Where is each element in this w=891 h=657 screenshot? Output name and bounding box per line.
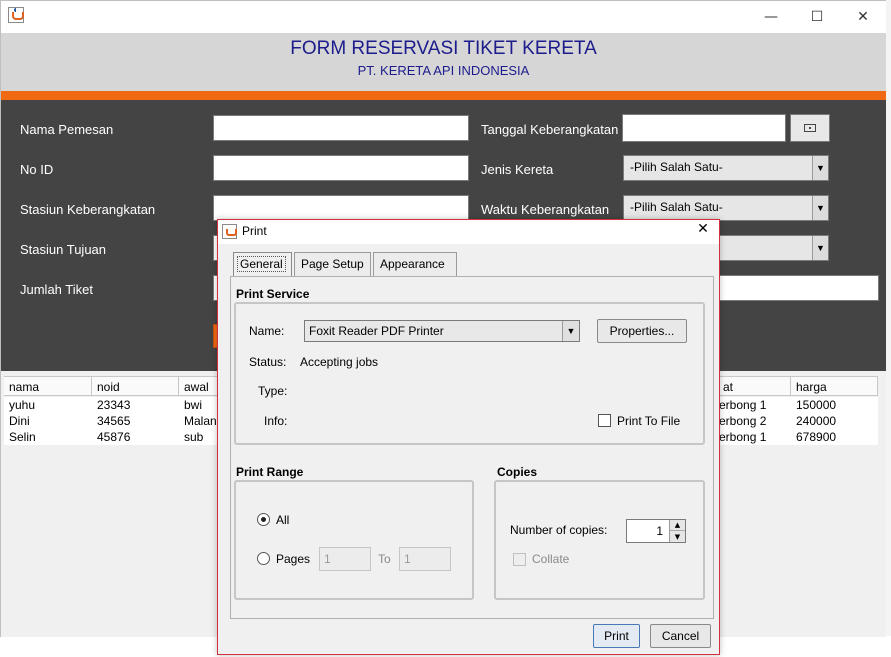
- java-icon: [8, 7, 24, 23]
- date-picker-button[interactable]: [790, 114, 830, 142]
- jenis-kereta-label: Jenis Kereta: [481, 162, 554, 177]
- all-radio[interactable]: [257, 513, 270, 526]
- minimize-icon[interactable]: —: [748, 1, 794, 33]
- column-header-at[interactable]: at: [718, 376, 791, 396]
- chevron-down-icon: ▼: [812, 236, 828, 260]
- cell-noid: 34565: [97, 414, 131, 428]
- all-label[interactable]: All: [276, 513, 289, 527]
- status-value: Accepting jobs: [300, 355, 379, 369]
- pages-to-label: To: [378, 552, 391, 566]
- pages-to-field[interactable]: 1: [399, 547, 451, 571]
- waktu-keberangkatan-label: Waktu Keberangkatan: [481, 202, 610, 217]
- jenis-kereta-select[interactable]: -Pilih Salah Satu- ▼: [623, 155, 829, 181]
- info-label: Info:: [264, 414, 288, 428]
- cell-nama: Dini: [9, 414, 30, 428]
- print-range-group: [234, 480, 474, 600]
- copies-spinner[interactable]: 1 ▲ ▼: [626, 519, 686, 543]
- pages-label[interactable]: Pages: [276, 552, 310, 566]
- column-header-nama[interactable]: nama: [4, 376, 92, 396]
- pages-radio[interactable]: [257, 552, 270, 565]
- harga-field[interactable]: [707, 275, 879, 301]
- cell-noid: 45876: [97, 430, 131, 444]
- spinner-down-icon[interactable]: ▼: [670, 531, 685, 542]
- spinner-up-icon[interactable]: ▲: [670, 520, 685, 531]
- tab-appearance[interactable]: Appearance: [373, 252, 457, 276]
- printer-name-label: Name:: [249, 324, 285, 338]
- cell-harga: 150000: [796, 398, 837, 412]
- page-title: FORM RESERVASI TIKET KERETA: [290, 38, 597, 59]
- cancel-button[interactable]: Cancel: [650, 624, 711, 648]
- stasiun-keberangkatan-label: Stasiun Keberangkatan: [20, 202, 156, 217]
- nama-pemesan-label: Nama Pemesan: [20, 122, 114, 137]
- cell-at: erbong 2: [719, 414, 767, 428]
- chevron-down-icon: ▼: [562, 321, 579, 341]
- close-icon[interactable]: ✕: [840, 1, 886, 33]
- column-header-noid[interactable]: noid: [92, 376, 179, 396]
- cell-nama: Selin: [9, 430, 36, 444]
- copies-heading: Copies: [497, 465, 538, 479]
- dialog-title: Print: [242, 224, 267, 238]
- page-subtitle: PT. KERETA API INDONESIA: [357, 63, 530, 78]
- window-titlebar: — ☐ ✕: [1, 1, 886, 33]
- jumlah-tiket-label: Jumlah Tiket: [20, 282, 93, 297]
- cell-harga: 240000: [796, 414, 837, 428]
- cell-noid: 23343: [97, 398, 131, 412]
- print-button[interactable]: Print: [593, 624, 640, 648]
- tanggal-keberangkatan-field[interactable]: [622, 114, 786, 142]
- print-range-heading: Print Range: [236, 465, 304, 479]
- column-header-harga[interactable]: harga: [791, 376, 878, 396]
- tab-general-label: General: [237, 256, 286, 272]
- collate-label: Collate: [532, 552, 570, 566]
- calendar-icon: [804, 124, 816, 132]
- pages-from-field[interactable]: 1: [319, 547, 371, 571]
- no-id-label: No ID: [20, 162, 54, 177]
- cell-nama: yuhu: [9, 398, 36, 412]
- printer-name-select[interactable]: Foxit Reader PDF Printer ▼: [304, 320, 580, 342]
- copies-value: 1: [656, 524, 663, 538]
- cell-harga: 678900: [796, 430, 837, 444]
- cell-at: erbong 1: [719, 430, 767, 444]
- no-id-field[interactable]: [213, 155, 469, 181]
- print-to-file-label[interactable]: Print To File: [617, 414, 680, 428]
- form-header: FORM RESERVASI TIKET KERETA PT. KERETA A…: [1, 33, 886, 91]
- chevron-down-icon: ▼: [812, 196, 828, 220]
- java-icon: [222, 224, 237, 239]
- tab-page-setup[interactable]: Page Setup: [294, 252, 371, 276]
- properties-button[interactable]: Properties...: [597, 319, 687, 343]
- maximize-icon[interactable]: ☐: [794, 1, 840, 33]
- nama-pemesan-field[interactable]: [213, 115, 469, 141]
- jenis-kereta-value: -Pilih Salah Satu-: [630, 160, 723, 174]
- spinner-arrows: ▲ ▼: [669, 520, 685, 542]
- close-icon[interactable]: ✕: [693, 221, 713, 241]
- print-to-file-checkbox[interactable]: [598, 414, 611, 427]
- tanggal-keberangkatan-label: Tanggal Keberangkatan: [481, 122, 619, 137]
- collate-checkbox[interactable]: [513, 553, 526, 566]
- status-label: Status:: [249, 355, 287, 369]
- stasiun-tujuan-label: Stasiun Tujuan: [20, 242, 107, 257]
- type-label: Type:: [258, 384, 288, 398]
- print-dialog: Print ✕ General Page Setup Appearance Pr…: [217, 219, 720, 655]
- waktu-keberangkatan-value: -Pilih Salah Satu-: [630, 200, 723, 214]
- tab-general[interactable]: General: [233, 252, 292, 276]
- stasiun-keberangkatan-field[interactable]: [213, 195, 469, 221]
- print-service-heading: Print Service: [236, 287, 310, 301]
- chevron-down-icon: ▼: [812, 156, 828, 180]
- header-divider: [1, 91, 886, 100]
- printer-name-value: Foxit Reader PDF Printer: [309, 324, 444, 338]
- number-of-copies-label: Number of copies:: [510, 523, 608, 537]
- waktu-keberangkatan-select[interactable]: -Pilih Salah Satu- ▼: [623, 195, 829, 221]
- cell-at: erbong 1: [719, 398, 767, 412]
- dialog-titlebar: Print ✕: [218, 220, 719, 244]
